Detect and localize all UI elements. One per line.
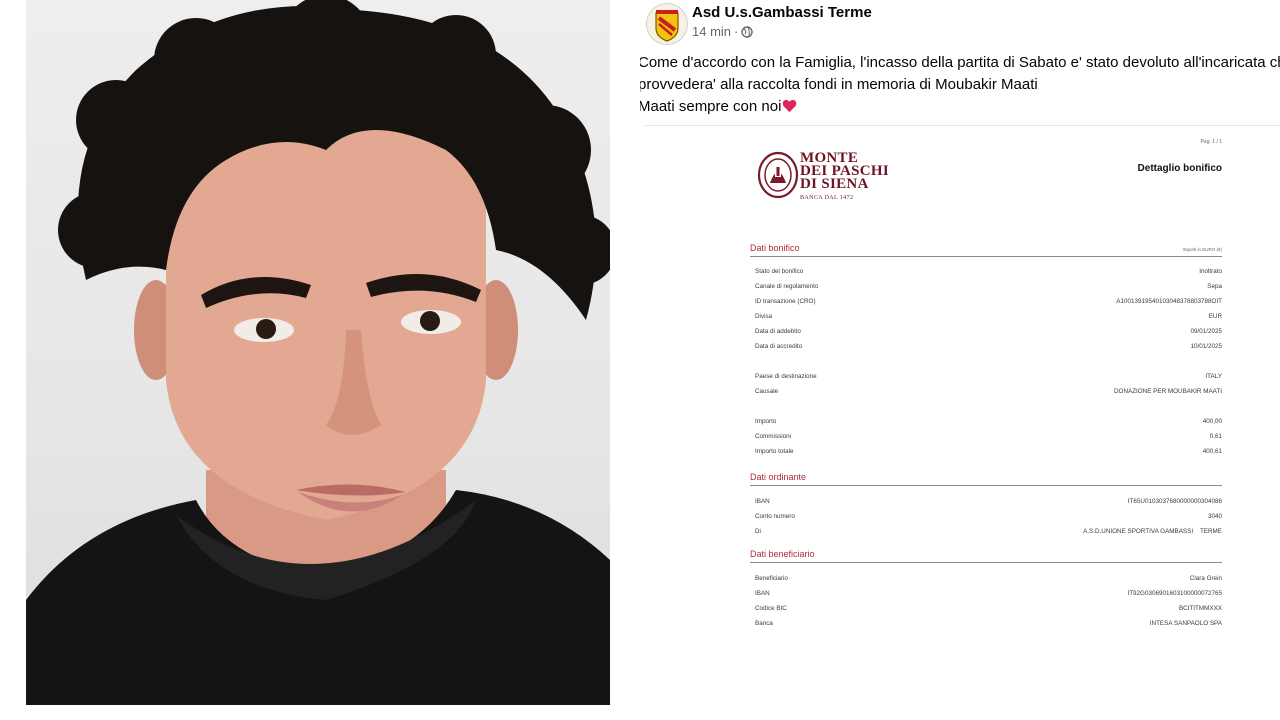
row-label: Paese di destinazione — [755, 373, 817, 380]
section-title-dati-beneficiario: Dati beneficiario — [750, 549, 815, 559]
post-time[interactable]: 14 min — [692, 24, 731, 39]
row-value: Sepa — [1207, 283, 1222, 290]
bank-transfer-document[interactable]: Pag. 1 / 1 MONTE DEI PASCHI DI SIENA BAN… — [750, 130, 1222, 690]
bank-name: MONTE DEI PASCHI DI SIENA — [800, 151, 889, 192]
section-divider — [750, 485, 1222, 486]
post-line-2: provvedera' alla raccolta fondi in memor… — [640, 76, 1038, 93]
row-value: IT65U0103037680000000304086 — [1127, 498, 1222, 505]
row-label: IBAN — [755, 590, 770, 597]
row-value: BCITITMMXXX — [1178, 605, 1222, 612]
section-title-dati-bonifico: Dati bonifico — [750, 243, 800, 253]
facebook-post: Asd U.s.Gambassi Terme 14 min · Come d'a… — [640, 0, 1280, 720]
table-row: Data di accredito 10/01/2025 — [755, 343, 1222, 353]
table-row: IBAN IT92G0306901603100000072765 — [755, 590, 1222, 600]
table-row: Codice BIC BCITITMMXXX — [755, 605, 1222, 615]
row-value: 400,00 — [1202, 418, 1222, 425]
table-row: Importo totale 400,61 — [755, 448, 1222, 458]
row-label: Importo totale — [755, 448, 794, 455]
page-label: Pag. 1 / 1 — [1200, 139, 1222, 145]
table-row: Data di addebito 09/01/2025 — [755, 328, 1222, 338]
table-row: Commissioni 0,61 — [755, 433, 1222, 443]
row-label: Codice BIC — [755, 605, 787, 612]
bank-logo — [756, 149, 800, 201]
table-row: Banca INTESA SANPAOLO SPA — [755, 620, 1222, 630]
row-value: INTESA SANPAOLO SPA — [1149, 620, 1222, 627]
row-label: Importo — [755, 418, 777, 425]
portrait-photo — [26, 0, 610, 705]
row-label: Di — [755, 528, 761, 535]
row-label: Conto numero — [755, 513, 795, 520]
table-row: Paese di destinazione ITALY — [755, 373, 1222, 383]
row-value: 400,61 — [1202, 448, 1222, 455]
table-row: ID transazione (CRO) A1001391954010304837… — [755, 298, 1222, 308]
document-title: Dettaglio bonifico — [1137, 163, 1222, 174]
table-row: Conto numero 3040 — [755, 513, 1222, 523]
bank-name-line-3: DI SIENA — [800, 176, 869, 192]
row-label: Causale — [755, 388, 779, 395]
row-value: Inoltrato — [1199, 268, 1222, 275]
post-line-1: Come d'accordo con la Famiglia, l'incass… — [640, 54, 1280, 71]
meta-separator: · — [734, 24, 739, 39]
post-message: Come d'accordo con la Famiglia, l'incass… — [640, 52, 1280, 118]
row-value: A.S.D.UNIONE SPORTIVA GAMBASSI TERME — [1083, 528, 1222, 535]
row-value: IT92G0306901603100000072765 — [1127, 590, 1222, 597]
post-meta: 14 min · — [692, 24, 754, 39]
table-row: Causale DONAZIONE PER MOUBAKIR MAATI — [755, 388, 1222, 398]
red-heart-icon — [783, 99, 797, 113]
row-value: 10/01/2025 — [1190, 343, 1222, 350]
post-line-3-text: Maati sempre con noi — [640, 98, 782, 115]
bank-subtitle: BANCA DAL 1472 — [800, 195, 854, 201]
row-value: 0,61 — [1209, 433, 1222, 440]
club-crest-icon — [647, 4, 687, 44]
mps-crest-icon — [757, 151, 799, 199]
table-row: IBAN IT65U0103037680000000304086 — [755, 498, 1222, 508]
table-row: Beneficiario Clara Grein — [755, 575, 1222, 585]
section-divider — [750, 562, 1222, 563]
table-row: Di A.S.D.UNIONE SPORTIVA GAMBASSI TERME — [755, 528, 1222, 538]
globe-icon[interactable] — [741, 25, 754, 38]
section-divider — [750, 256, 1222, 257]
table-row: Divisa EUR — [755, 313, 1222, 323]
portrait-illustration — [26, 0, 610, 705]
row-label: IBAN — [755, 498, 770, 505]
row-label: Canale di regolamento — [755, 283, 819, 290]
page-avatar[interactable] — [646, 3, 688, 45]
row-label: Divisa — [755, 313, 773, 320]
amounts-currency-note: Importi in EURO (€) — [1182, 247, 1222, 252]
row-label: Stato del bonifico — [755, 268, 804, 275]
table-row: Canale di regolamento Sepa — [755, 283, 1222, 293]
row-value: 3040 — [1207, 513, 1222, 520]
row-label: Commissioni — [755, 433, 792, 440]
table-row: Importo 400,00 — [755, 418, 1222, 428]
row-label: ID transazione (CRO) — [755, 298, 816, 305]
row-value: A10013919540103048378803788OIT — [1116, 298, 1222, 305]
row-label: Data di accredito — [755, 343, 803, 350]
row-value: ITALY — [1205, 373, 1222, 380]
row-label: Beneficiario — [755, 575, 788, 582]
page-name-link[interactable]: Asd U.s.Gambassi Terme — [692, 4, 872, 21]
table-row: Stato del bonifico Inoltrato — [755, 268, 1222, 278]
row-value: 09/01/2025 — [1190, 328, 1222, 335]
row-value: Clara Grein — [1189, 575, 1222, 582]
image-divider — [644, 125, 1280, 126]
section-title-dati-ordinante: Dati ordinante — [750, 472, 807, 482]
row-label: Banca — [755, 620, 773, 627]
row-value: EUR — [1208, 313, 1222, 320]
row-value: DONAZIONE PER MOUBAKIR MAATI — [1114, 388, 1222, 395]
row-label: Data di addebito — [755, 328, 801, 335]
post-line-3: Maati sempre con noi — [640, 96, 1280, 118]
